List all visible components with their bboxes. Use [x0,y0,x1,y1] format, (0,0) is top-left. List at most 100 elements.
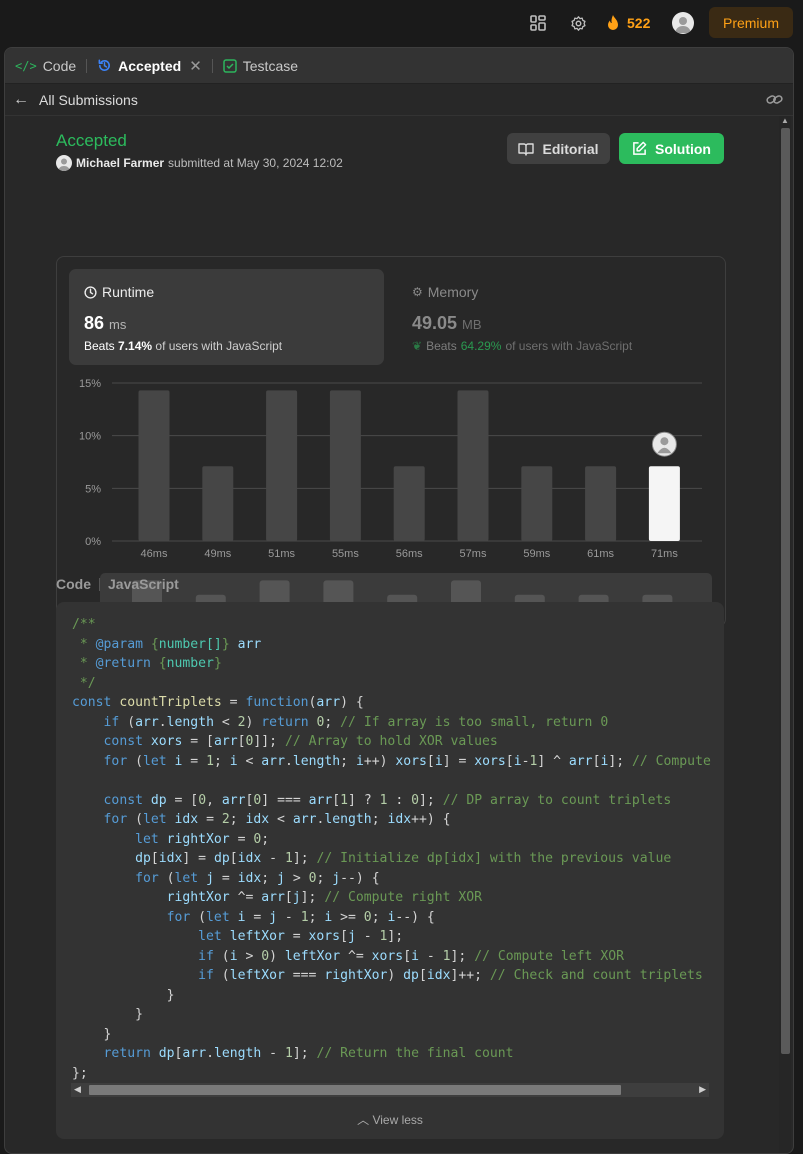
x-tick-label: 51ms [268,548,295,560]
code-line: return dp[arr.length - 1]; // Return the… [103,1046,514,1061]
runtime-unit: ms [109,317,127,332]
tab-accepted[interactable]: Accepted ✕ [87,48,212,83]
performance-stats: Runtime 86 ms Beats 7.14% of users with … [56,256,726,627]
code-brackets-icon: </> [15,58,37,73]
premium-button[interactable]: Premium [709,7,793,38]
bar[interactable] [138,390,170,541]
runtime-value: 86 [84,313,105,333]
code-line: const dp = [0, arr[0] === arr[1] ? 1 : 0… [103,792,672,808]
code-line: for (let idx = 2; idx < arr.length; idx+… [103,812,451,827]
memory-beats-pct: 64.29% [460,339,502,353]
bar[interactable] [457,390,489,541]
x-tick-label: 56ms [396,548,423,560]
code-line: dp[idx] = dp[idx - 1]; // Initialize dp[… [135,851,672,866]
scroll-left-icon[interactable]: ◀ [74,1084,81,1095]
runtime-title: Runtime [102,284,155,300]
code-line: }; [72,1065,88,1081]
vertical-scrollbar[interactable]: ▲ [779,116,791,1153]
y-tick-label: 10% [79,431,101,443]
code-line: } [72,1026,112,1042]
x-tick-label: 59ms [523,548,550,560]
code-line: for (let i = j - 1; i >= 0; i--) { [166,909,435,925]
horizontal-scrollbar[interactable]: ◀ ▶ [71,1083,709,1097]
bar[interactable] [393,466,425,541]
code-block[interactable]: /** * @param {number[]} arr * @return {n… [72,615,711,1083]
memory-value: 49.05 [412,313,458,333]
code-line: * @return {number} [72,656,222,671]
code-line: if (i > 0) leftXor ^= xors[i - 1]; // Co… [198,948,624,964]
bar[interactable] [329,390,361,541]
fire-icon [608,15,618,30]
code-header: Code JavaScript [56,576,179,592]
editorial-button[interactable]: Editorial [507,133,610,164]
x-tick-label: 71ms [651,548,678,560]
view-less-button[interactable]: ︿ View less [56,1111,724,1128]
scroll-right-icon[interactable]: ▶ [699,1084,706,1095]
tab-code[interactable]: </> Code [5,48,86,83]
code-line: /** [72,617,96,632]
sparkle-icon: ❦ [412,339,423,353]
submission-details: Accepted Michael Farmer submitted at May… [5,116,775,1153]
checkbox-icon [223,58,237,73]
submission-panel: </> Code Accepted ✕ Testcase ← All Submi… [4,47,794,1154]
code-line: if (arr.length < 2) return 0; // If arra… [103,714,609,730]
user-avatar[interactable] [56,155,72,171]
code-line: * @param {number[]} arr [72,636,262,652]
code-line: const xors = [arr[0]]; // Array to hold … [103,734,498,749]
x-tick-label: 57ms [460,548,487,560]
x-tick-label: 55ms [332,548,359,560]
bar[interactable] [585,466,617,541]
highlighted-bar[interactable] [648,466,680,541]
x-tick-label: 49ms [204,548,231,560]
memory-title: Memory [427,284,479,300]
x-tick-label: 46ms [141,548,168,560]
code-line: } [72,987,175,1003]
bar[interactable] [202,466,234,541]
submitted-time: submitted at May 30, 2024 12:02 [168,156,343,170]
code-line: } [72,1007,143,1022]
code-viewer[interactable]: /** * @param {number[]} arr * @return {n… [56,602,724,1139]
book-icon [518,142,535,156]
chevron-up-icon: ︿ [357,1113,370,1127]
share-link-icon[interactable] [766,92,783,107]
scrollbar-thumb[interactable] [781,128,790,1054]
back-arrow-icon[interactable]: ← [13,91,29,109]
memory-unit: MB [462,317,482,332]
y-tick-label: 15% [79,378,101,390]
chip-icon: ⚙ [412,285,423,299]
streak-counter[interactable]: 522 [605,12,650,34]
code-line: rightXor ^= arr[j]; // Compute right XOR [166,890,482,905]
close-tab-icon[interactable]: ✕ [189,57,202,75]
user-marker-avatar [651,431,677,457]
code-line: for (let j = idx; j > 0; j--) { [135,870,380,886]
all-submissions-link[interactable]: All Submissions [39,92,138,108]
code-line: */ [72,675,96,691]
scrollbar-thumb[interactable] [89,1085,621,1095]
language-label: JavaScript [108,576,179,592]
runtime-beats-pct: 7.14% [118,339,153,353]
x-tick-label: 61ms [587,548,614,560]
scroll-up-icon[interactable]: ▲ [781,116,789,125]
bar[interactable] [266,390,298,541]
y-tick-label: 0% [85,536,101,548]
y-tick-label: 5% [85,483,101,495]
code-line: if (leftXor === rightXor) dp[idx]++; // … [198,968,703,983]
avatar[interactable] [672,12,694,34]
code-line: const countTriplets = function(arr) { [72,695,364,710]
runtime-card[interactable]: Runtime 86 ms Beats 7.14% of users with … [69,269,384,365]
submissions-bar: ← All Submissions [5,84,793,116]
layout-grid-icon[interactable] [527,12,549,34]
top-bar: 522 Premium [0,0,803,46]
code-line: let leftXor = xors[j - 1]; [198,929,404,944]
bar[interactable] [521,466,553,541]
settings-gear-icon[interactable] [567,12,589,34]
history-icon [98,59,111,71]
memory-card[interactable]: ⚙ Memory 49.05 MB ❦ Beats 64.29% of user… [397,269,712,365]
user-name[interactable]: Michael Farmer [76,156,164,170]
edit-icon [633,141,647,155]
solution-button[interactable]: Solution [619,133,724,164]
tab-testcase[interactable]: Testcase [213,48,308,83]
code-label: Code [56,576,91,592]
code-line: for (let i = 1; i < arr.length; i++) xor… [103,753,711,769]
